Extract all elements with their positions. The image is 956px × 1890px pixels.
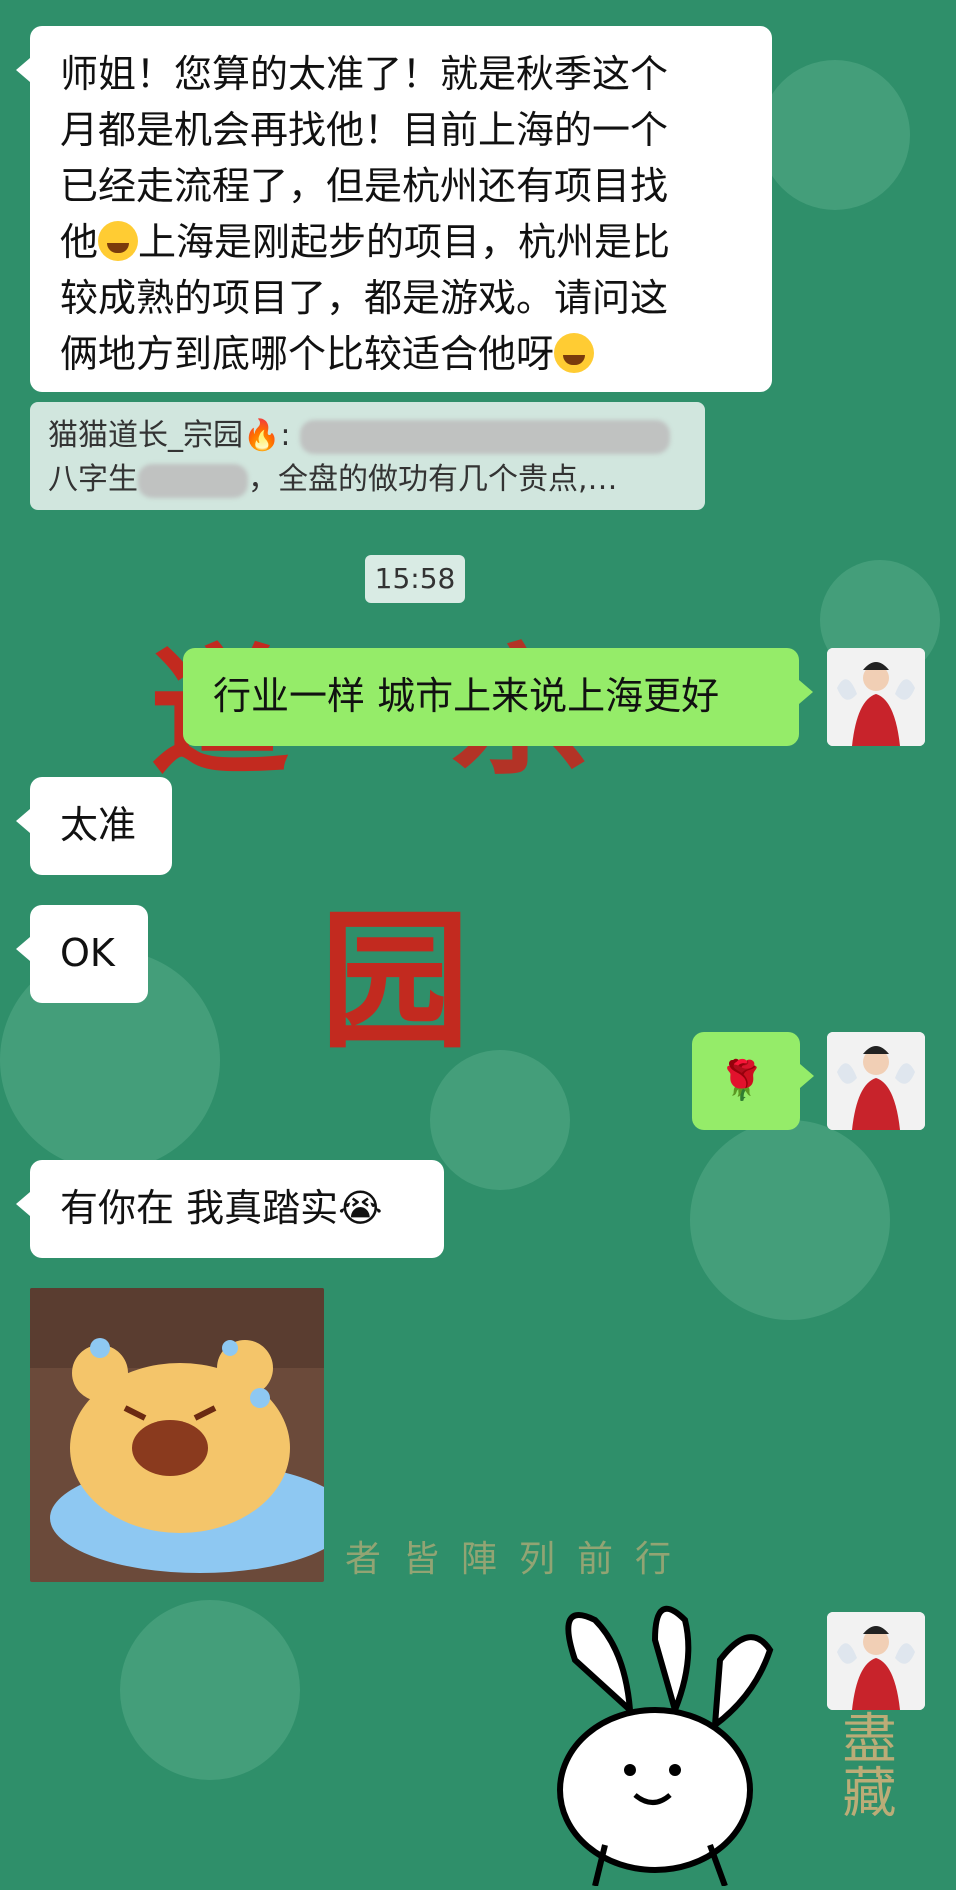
message-line: 较成熟的项目了，都是游戏。请问这 bbox=[60, 276, 669, 320]
tears-of-joy-icon bbox=[554, 333, 595, 373]
tears-of-joy-icon bbox=[98, 221, 139, 261]
message-bubble-incoming[interactable]: 有你在 我真踏实😭 bbox=[16, 1160, 444, 1258]
blurred-text bbox=[300, 419, 671, 454]
bg-caption: 者皆陣列前行 bbox=[345, 1539, 694, 1580]
message-line: 他上海是刚起步的项目，杭州是比 bbox=[60, 220, 671, 264]
bunny-sticker[interactable] bbox=[535, 1600, 795, 1888]
message-bubble-incoming[interactable]: 太准 bbox=[16, 777, 172, 875]
quoted-message[interactable]: 猫猫道长_宗园🔥: 八字生 ，全盘的做功有几个贵点,… bbox=[30, 402, 705, 510]
message-bubble-outgoing[interactable]: 🌹 bbox=[692, 1032, 814, 1130]
bg-char-3: 园 bbox=[320, 893, 471, 1069]
crying-bear-sticker[interactable] bbox=[30, 1288, 324, 1582]
message-line: 月都是机会再找他！目前上海的一个 bbox=[60, 108, 669, 152]
message-line: 俩地方到底哪个比较适合他呀 bbox=[60, 326, 742, 382]
quote-text: 八字生 bbox=[48, 462, 138, 497]
message-line: 已经走流程了，但是杭州还有项目找 bbox=[60, 164, 669, 208]
blurred-text bbox=[138, 463, 248, 498]
quote-text: ，全盘的做功有几个贵点,… bbox=[248, 462, 618, 497]
message-bubble-outgoing[interactable]: 行业一样 城市上来说上海更好 bbox=[183, 648, 813, 746]
message-bubble-incoming[interactable]: 师姐！您算的太准了！就是秋季这个 月都是机会再找他！目前上海的一个 已经走流程了… bbox=[16, 26, 772, 392]
avatar[interactable] bbox=[827, 1612, 925, 1710]
avatar[interactable] bbox=[827, 648, 925, 746]
quote-author: 猫猫道长_宗园🔥: bbox=[48, 418, 291, 453]
message-bubble-incoming[interactable]: OK bbox=[16, 905, 148, 1003]
bg-vertical-text: 盡藏 bbox=[833, 1710, 896, 1818]
message-line: 师姐！您算的太准了！就是秋季这个 bbox=[60, 52, 669, 96]
timestamp: 15:58 bbox=[365, 555, 465, 603]
avatar[interactable] bbox=[827, 1032, 925, 1130]
